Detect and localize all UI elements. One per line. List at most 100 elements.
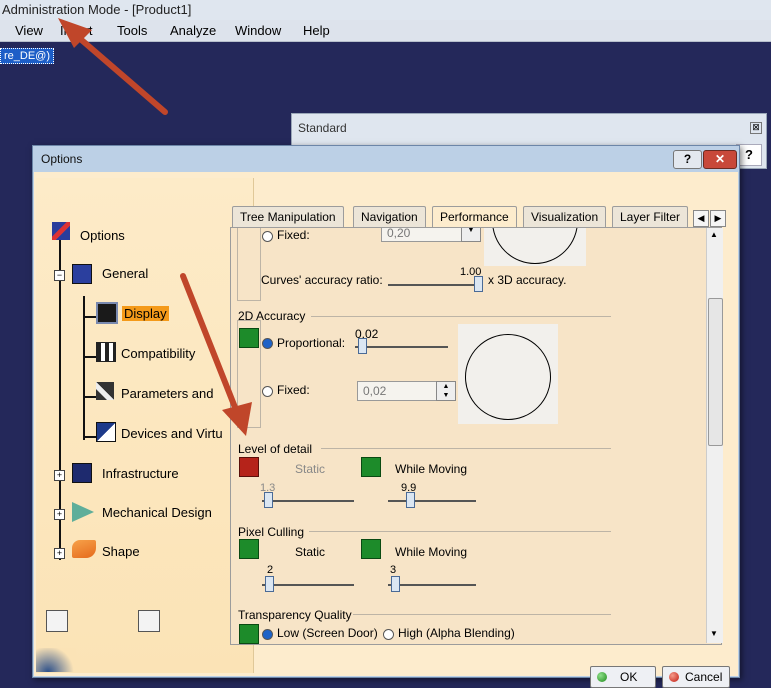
tree-item-display[interactable]: Display: [122, 306, 169, 321]
tree-item-compatibility[interactable]: Compatibility: [121, 344, 195, 364]
preview-3d-box: [484, 228, 586, 266]
transparency-low-radio[interactable]: [262, 629, 273, 640]
tree-item-mechanical-design[interactable]: Mechanical Design: [102, 503, 212, 523]
proportional-radio[interactable]: [262, 338, 273, 349]
fixed-3d-radio[interactable]: [262, 231, 273, 242]
transparency-high-radio[interactable]: [383, 629, 394, 640]
tree-item-shape[interactable]: Shape: [102, 542, 140, 562]
tab-visualization[interactable]: Visualization: [523, 206, 607, 228]
menu-window[interactable]: Window: [235, 23, 281, 38]
compatibility-icon: [96, 342, 116, 362]
scroll-up-icon[interactable]: ▲: [710, 230, 718, 239]
lod-moving-label: While Moving: [395, 462, 468, 476]
transparency-lock-icon[interactable]: [239, 624, 259, 644]
tab-scroll-right-icon[interactable]: ▶: [710, 210, 726, 227]
background-tag[interactable]: re_DE@): [0, 48, 55, 64]
fixed-2d-spinner[interactable]: ▲ ▼: [436, 381, 456, 401]
group-divider: [309, 531, 611, 532]
culling-moving-lock-icon[interactable]: [361, 539, 381, 559]
tab-layer-filter[interactable]: Layer Filter: [612, 206, 689, 228]
culling-moving-thumb[interactable]: [391, 576, 400, 592]
curves-ratio-suffix: x 3D accuracy.: [488, 273, 567, 287]
ok-button[interactable]: OK: [590, 666, 656, 688]
ok-icon: [597, 672, 607, 682]
tab-tree-manipulation[interactable]: Tree Manipulation: [232, 206, 344, 228]
panel-scroll-thumb[interactable]: [708, 298, 723, 446]
lod-moving-slider[interactable]: [388, 500, 476, 502]
group-divider: [321, 448, 611, 449]
culling-static-thumb[interactable]: [265, 576, 274, 592]
preview-2d-box: [458, 324, 558, 424]
culling-static-lock-icon[interactable]: [239, 539, 259, 559]
tree-item-parameters[interactable]: Parameters and: [121, 384, 214, 404]
devices-icon: [96, 422, 116, 442]
standard-toolbar-title: Standard: [298, 121, 347, 135]
fixed-3d-input[interactable]: 0,20: [381, 228, 462, 242]
fixed-2d-radio[interactable]: [262, 386, 273, 397]
fixed-3d-label: Fixed:: [277, 228, 310, 242]
tree-item-general[interactable]: General: [102, 264, 148, 284]
options-tree[interactable]: Options − General Display Compatibility …: [36, 178, 254, 673]
tab-performance[interactable]: Performance: [432, 206, 517, 229]
menu-view[interactable]: View: [15, 23, 43, 38]
import-settings-icon[interactable]: [46, 610, 68, 632]
curves-ratio-thumb[interactable]: [474, 276, 483, 292]
fixed-2d-label: Fixed:: [277, 383, 310, 397]
tree-item-options[interactable]: Options: [80, 226, 125, 246]
parameters-icon: [96, 382, 114, 400]
culling-moving-label: While Moving: [395, 545, 468, 559]
display-icon: [96, 302, 118, 324]
options-dialog: Options ? ✕ Options − General Display Co…: [32, 145, 740, 688]
dialog-close-button[interactable]: ✕: [703, 150, 737, 169]
proportional-slider[interactable]: [355, 346, 448, 348]
lod-static-label: Static: [295, 462, 326, 476]
cancel-icon: [669, 672, 679, 682]
fixed-2d-input[interactable]: 0,02: [357, 381, 438, 401]
tree-line: [83, 436, 97, 438]
export-settings-icon[interactable]: [138, 610, 160, 632]
tree-line: [83, 316, 97, 318]
scroll-down-icon[interactable]: ▼: [710, 629, 718, 638]
tree-item-devices[interactable]: Devices and Virtu: [121, 424, 223, 444]
menu-analyze[interactable]: Analyze: [170, 23, 216, 38]
culling-moving-slider[interactable]: [388, 584, 476, 586]
lod-moving-thumb[interactable]: [406, 492, 415, 508]
fixed-3d-spinner[interactable]: ▼: [461, 228, 481, 242]
ok-label: OK: [620, 670, 638, 684]
lod-moving-lock-icon[interactable]: [361, 457, 381, 477]
transparency-low-label: Low (Screen Door): [277, 626, 378, 640]
tree-item-infrastructure[interactable]: Infrastructure: [102, 464, 179, 484]
lock-2d-icon[interactable]: [239, 328, 259, 348]
tab-scroll-left-icon[interactable]: ◀: [693, 210, 709, 227]
tab-navigation[interactable]: Navigation: [353, 206, 426, 228]
infrastructure-icon: [72, 463, 92, 483]
lod-static-thumb[interactable]: [264, 492, 273, 508]
curves-ratio-label: Curves' accuracy ratio:: [261, 273, 383, 287]
menu-tools[interactable]: Tools: [117, 23, 147, 38]
cancel-label: Cancel: [685, 670, 723, 684]
panel-scrollbar[interactable]: ▲ ▼: [706, 228, 723, 643]
cancel-button[interactable]: Cancel: [662, 666, 730, 688]
lod-static-slider[interactable]: [262, 500, 354, 502]
proportional-thumb[interactable]: [358, 338, 367, 354]
lod-static-lock-icon[interactable]: [239, 457, 259, 477]
expand-shape-icon[interactable]: +: [54, 548, 65, 559]
expand-infrastructure-icon[interactable]: +: [54, 470, 65, 481]
general-icon: [72, 264, 92, 284]
expand-mechanical-design-icon[interactable]: +: [54, 509, 65, 520]
mechanical-design-icon: [72, 502, 94, 522]
app-title-bar: Administration Mode - [Product1]: [0, 0, 771, 20]
dialog-body: Options − General Display Compatibility …: [34, 172, 738, 688]
dialog-help-button[interactable]: ?: [673, 150, 702, 169]
culling-moving-value: 3: [390, 564, 397, 576]
culling-static-slider[interactable]: [262, 584, 354, 586]
tree-line: [83, 396, 97, 398]
curves-ratio-slider[interactable]: [388, 284, 483, 286]
culling-static-value: 2: [267, 564, 274, 576]
group-divider: [311, 316, 611, 317]
menu-insert[interactable]: Insert: [60, 23, 93, 38]
toolbar-close-icon[interactable]: ⊠: [750, 122, 762, 134]
menu-help[interactable]: Help: [303, 23, 330, 38]
collapse-general-icon[interactable]: −: [54, 270, 65, 281]
group-divider: [353, 614, 611, 615]
